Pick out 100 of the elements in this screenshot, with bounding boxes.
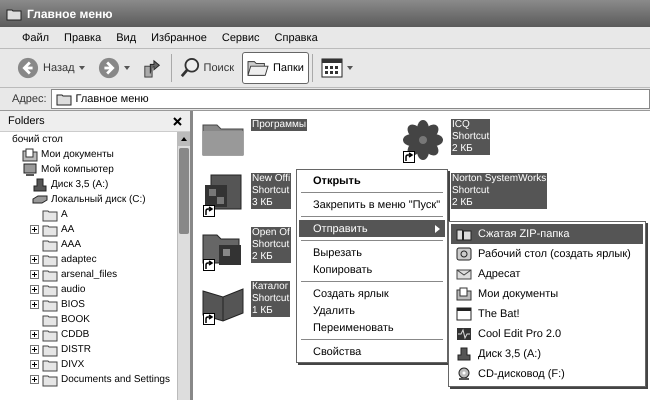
folder-icon: [42, 268, 58, 282]
computer-icon: [22, 162, 38, 176]
expand-icon[interactable]: [30, 270, 39, 279]
folder-icon: [42, 342, 58, 356]
cd-drive-icon: [456, 367, 472, 381]
shortcut-arrow-icon: [203, 313, 215, 325]
context-menu-item[interactable]: Удалить: [299, 302, 445, 319]
folder-icon: [42, 208, 58, 222]
folders-button[interactable]: Папки: [242, 52, 309, 84]
menu-item[interactable]: Файл: [22, 32, 50, 44]
folder-icon: [56, 92, 72, 106]
file-label[interactable]: ICQ Shortcut 2 КБ: [451, 119, 490, 155]
folder-tree-item[interactable]: audio: [61, 284, 86, 295]
up-folder-icon: [142, 57, 163, 79]
document-folder-icon: [22, 148, 38, 162]
expand-icon[interactable]: [30, 255, 39, 264]
menu-item[interactable]: Избранное: [151, 32, 207, 44]
folder-tree-item[interactable]: Диск 3,5 (A:): [51, 179, 108, 190]
menu-item[interactable]: Вид: [116, 32, 136, 44]
folder-tree-item[interactable]: DIVX: [61, 359, 84, 370]
context-menu-item[interactable]: Свойства: [299, 343, 445, 360]
address-label: Адрес:: [12, 93, 47, 105]
submenu-item[interactable]: The Bat!: [451, 304, 643, 324]
expand-icon[interactable]: [30, 225, 39, 234]
scroll-up-icon[interactable]: [178, 132, 190, 146]
folder-icon: [42, 372, 58, 386]
context-menu-item[interactable]: Отправить: [299, 220, 445, 237]
expand-icon[interactable]: [30, 375, 39, 384]
folder-tree-item[interactable]: Мой компьютер: [41, 164, 114, 175]
shortcut-arrow-icon: [403, 151, 415, 163]
scrollbar-thumb[interactable]: [179, 148, 189, 234]
expand-icon[interactable]: [30, 345, 39, 354]
menu-item[interactable]: Сервис: [222, 32, 260, 44]
expand-icon[interactable]: [30, 360, 39, 369]
folder-icon: [42, 328, 58, 342]
floppy-drive-icon: [32, 178, 48, 192]
pane-title: Folders: [8, 115, 45, 127]
context-menu-item[interactable]: Открыть: [299, 172, 445, 189]
shortcut-arrow-icon: [203, 259, 215, 271]
menu-item[interactable]: Справка: [274, 32, 318, 44]
folder-tree-item[interactable]: BOOK: [61, 314, 90, 325]
envelope-icon: [456, 267, 472, 281]
folder-tree-item[interactable]: Локальный диск (C:): [51, 194, 146, 205]
search-icon: [180, 57, 200, 79]
submenu-item[interactable]: Диск 3,5 (A:): [451, 344, 643, 364]
folder-icon: [42, 238, 58, 252]
folder-tree-item[interactable]: Мои документы: [41, 149, 114, 160]
flower-icon: [401, 119, 445, 161]
folder-tree-item[interactable]: adaptec: [61, 254, 97, 265]
expand-icon[interactable]: [30, 285, 39, 294]
views-icon: [320, 58, 343, 78]
expand-icon[interactable]: [30, 300, 39, 309]
folder-icon: [6, 6, 22, 20]
folder-tree-item[interactable]: Documents and Settings: [61, 374, 170, 385]
back-button[interactable]: Назад: [12, 52, 90, 84]
caret-icon: [78, 66, 85, 70]
expand-icon[interactable]: [30, 330, 39, 339]
document-folder-icon: [456, 287, 472, 301]
window-icon: [456, 307, 472, 321]
close-icon[interactable]: [173, 116, 182, 126]
file-label[interactable]: Norton SystemWorks Shortcut 2 КБ: [451, 173, 548, 209]
submenu-item[interactable]: Адресат: [451, 264, 643, 284]
folder-icon: [42, 312, 58, 326]
folder-icon: [42, 282, 58, 296]
context-menu-item[interactable]: Копировать: [299, 261, 445, 278]
file-label[interactable]: Программы: [251, 119, 308, 131]
file-label[interactable]: Каталог Shortcut 1 КБ: [251, 281, 290, 317]
folder-tree-item[interactable]: бочий стол: [12, 134, 63, 145]
menu-item[interactable]: Правка: [64, 32, 102, 44]
waveform-icon: [456, 327, 472, 341]
address-field[interactable]: Главное меню: [50, 89, 650, 109]
submenu-item[interactable]: Сжатая ZIP-папка: [451, 224, 643, 244]
folder-tree-item[interactable]: arsenal_files: [61, 269, 118, 280]
context-menu-item[interactable]: Закрепить в меню "Пуск": [299, 196, 445, 213]
folder-tree-item[interactable]: CDDB: [61, 329, 90, 340]
file-label[interactable]: New Offi Shortcut 3 КБ: [251, 173, 292, 209]
caret-icon: [124, 66, 130, 70]
floppy-drive-icon: [456, 347, 472, 361]
context-menu-item[interactable]: Вырезать: [299, 244, 445, 261]
search-button[interactable]: Поиск: [174, 52, 240, 84]
submenu-item[interactable]: Мои документы: [451, 284, 643, 304]
submenu-item[interactable]: Cool Edit Pro 2.0: [451, 324, 643, 344]
folder-tree-item[interactable]: A: [61, 209, 68, 220]
folder-tree-item[interactable]: AAA: [61, 239, 82, 250]
folder-tree-item[interactable]: DISTR: [61, 344, 91, 355]
folder-icon: [42, 222, 58, 236]
submenu-item[interactable]: Рабочий стол (создать ярлык): [451, 244, 643, 264]
context-menu-item[interactable]: Переименовать: [299, 319, 445, 336]
hard-disk-icon: [32, 192, 48, 206]
folder-tree-item[interactable]: BIOS: [61, 299, 85, 310]
folder-icon: [42, 358, 58, 372]
folder-tree-item[interactable]: AA: [61, 224, 74, 235]
scrollbar[interactable]: [177, 132, 190, 400]
file-label[interactable]: Open Of Shortcut 2 КБ: [251, 227, 291, 263]
window-title: Главное меню: [27, 6, 113, 20]
context-menu-item[interactable]: Создать ярлык: [299, 285, 445, 302]
folders-icon: [247, 58, 270, 78]
submenu-item[interactable]: CD-дисковод (F:): [451, 364, 643, 384]
folder-icon: [42, 298, 58, 312]
submenu-arrow-icon: [435, 224, 440, 232]
